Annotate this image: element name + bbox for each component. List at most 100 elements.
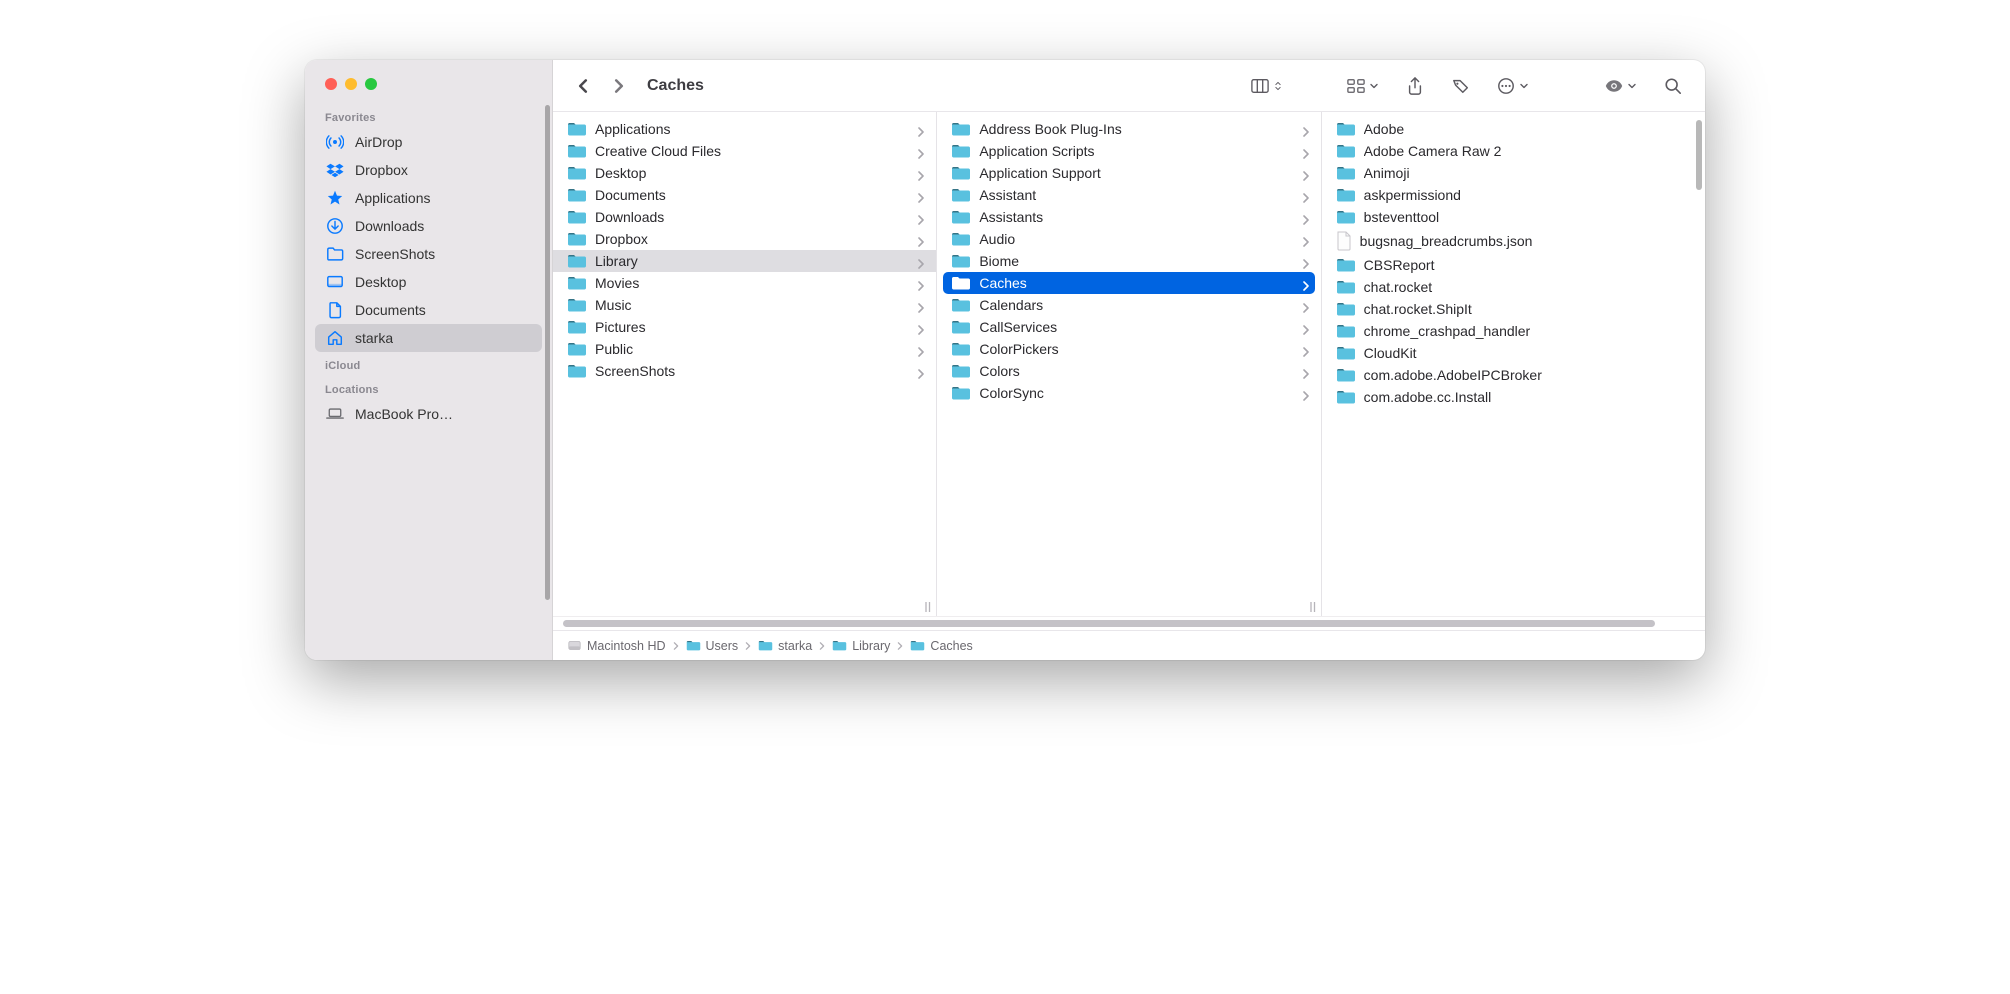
list-item[interactable]: Movies [553,272,936,294]
applications-icon [325,188,345,208]
item-name: Dropbox [595,231,908,247]
chevron-right-icon [916,234,926,244]
sidebar-item-label: Downloads [355,218,424,234]
path-segment[interactable]: Caches [910,639,972,653]
privacy-button[interactable] [1599,72,1643,100]
horizontal-scrollbar-track[interactable] [553,616,1705,630]
item-name: Library [595,253,908,269]
list-item[interactable]: chat.rocket [1322,276,1705,298]
chevron-right-icon [1301,234,1311,244]
list-item[interactable]: chrome_crashpad_handler [1322,320,1705,342]
list-item[interactable]: CloudKit [1322,342,1705,364]
list-item[interactable]: Assistants [937,206,1320,228]
tags-button[interactable] [1445,72,1477,100]
list-item[interactable]: Downloads [553,206,936,228]
item-name: Adobe Camera Raw 2 [1364,143,1695,159]
sidebar-item-documents[interactable]: Documents [315,296,542,324]
list-item[interactable]: Address Book Plug-Ins [937,118,1320,140]
sidebar-item-desktop[interactable]: Desktop [315,268,542,296]
sidebar-item-label: MacBook Pro… [355,406,453,422]
forward-button[interactable] [605,72,633,100]
list-item[interactable]: bugsnag_breadcrumbs.json [1322,228,1705,254]
chevron-right-icon [1301,256,1311,266]
path-segment[interactable]: starka [758,639,812,653]
minimize-window-button[interactable] [345,78,357,90]
column-resize-handle[interactable] [1305,600,1321,614]
list-item[interactable]: Calendars [937,294,1320,316]
item-name: com.adobe.AdobeIPCBroker [1364,367,1695,383]
group-by-button[interactable] [1341,72,1385,100]
zoom-window-button[interactable] [365,78,377,90]
list-item[interactable]: askpermissiond [1322,184,1705,206]
list-item[interactable]: Caches [943,272,1314,294]
item-name: Documents [595,187,908,203]
list-item[interactable]: ScreenShots [553,360,936,382]
list-item[interactable]: Library [553,250,936,272]
item-name: Creative Cloud Files [595,143,908,159]
sidebar-item-starka[interactable]: starka [315,324,542,352]
share-button[interactable] [1399,72,1431,100]
column-scrollbar[interactable] [1696,120,1702,190]
close-window-button[interactable] [325,78,337,90]
column-browser: Applications Creative Cloud Files Desktop D… [553,112,1705,616]
back-button[interactable] [569,72,597,100]
list-item[interactable]: ColorPickers [937,338,1320,360]
list-item[interactable]: Assistant [937,184,1320,206]
list-item[interactable]: Adobe [1322,118,1705,140]
list-item[interactable]: com.adobe.cc.Install [1322,386,1705,408]
sidebar-item-macbook-pro-[interactable]: MacBook Pro… [315,400,542,428]
list-item[interactable]: Adobe Camera Raw 2 [1322,140,1705,162]
item-name: Animoji [1364,165,1695,181]
list-item[interactable]: com.adobe.AdobeIPCBroker [1322,364,1705,386]
list-item[interactable]: Colors [937,360,1320,382]
list-item[interactable]: Desktop [553,162,936,184]
view-columns-button[interactable] [1245,72,1289,100]
item-name: Colors [979,363,1292,379]
list-item[interactable]: CBSReport [1322,254,1705,276]
column-2[interactable]: Adobe Adobe Camera Raw 2 Animoji askpermiss… [1322,112,1705,616]
sidebar-item-label: Dropbox [355,162,408,178]
column-0[interactable]: Applications Creative Cloud Files Desktop D… [553,112,937,616]
sidebar-item-downloads[interactable]: Downloads [315,212,542,240]
list-item[interactable]: Documents [553,184,936,206]
chevron-right-icon [1301,388,1311,398]
list-item[interactable]: Dropbox [553,228,936,250]
item-name: ColorSync [979,385,1292,401]
list-item[interactable]: Public [553,338,936,360]
column-resize-handle[interactable] [920,600,936,614]
list-item[interactable]: Applications [553,118,936,140]
list-item[interactable]: Animoji [1322,162,1705,184]
home-icon [325,328,345,348]
path-segment-label: Users [706,639,739,653]
sidebar-item-dropbox[interactable]: Dropbox [315,156,542,184]
chevron-right-icon [916,256,926,266]
list-item[interactable]: bsteventtool [1322,206,1705,228]
list-item[interactable]: Pictures [553,316,936,338]
item-name: Assistant [979,187,1292,203]
item-name: chat.rocket [1364,279,1695,295]
path-segment[interactable]: Users [686,639,739,653]
path-segment[interactable]: Library [832,639,890,653]
action-menu-button[interactable] [1491,72,1535,100]
list-item[interactable]: chat.rocket.ShipIt [1322,298,1705,320]
sidebar-scrollbar[interactable] [545,105,550,600]
list-item[interactable]: Application Scripts [937,140,1320,162]
path-separator-icon [896,639,904,653]
sidebar-item-screenshots[interactable]: ScreenShots [315,240,542,268]
list-item[interactable]: Music [553,294,936,316]
column-1[interactable]: Address Book Plug-InsApplication Scripts… [937,112,1321,616]
item-name: bugsnag_breadcrumbs.json [1360,233,1695,249]
list-item[interactable]: Creative Cloud Files [553,140,936,162]
list-item[interactable]: Biome [937,250,1320,272]
list-item[interactable]: ColorSync [937,382,1320,404]
path-segment[interactable]: Macintosh HD [567,639,666,653]
list-item[interactable]: CallServices [937,316,1320,338]
horizontal-scrollbar-thumb[interactable] [563,620,1655,627]
sidebar-item-airdrop[interactable]: AirDrop [315,128,542,156]
chevron-right-icon [916,366,926,376]
content-area: Caches [553,60,1705,660]
list-item[interactable]: Audio [937,228,1320,250]
search-button[interactable] [1657,72,1689,100]
list-item[interactable]: Application Support [937,162,1320,184]
sidebar-item-applications[interactable]: Applications [315,184,542,212]
